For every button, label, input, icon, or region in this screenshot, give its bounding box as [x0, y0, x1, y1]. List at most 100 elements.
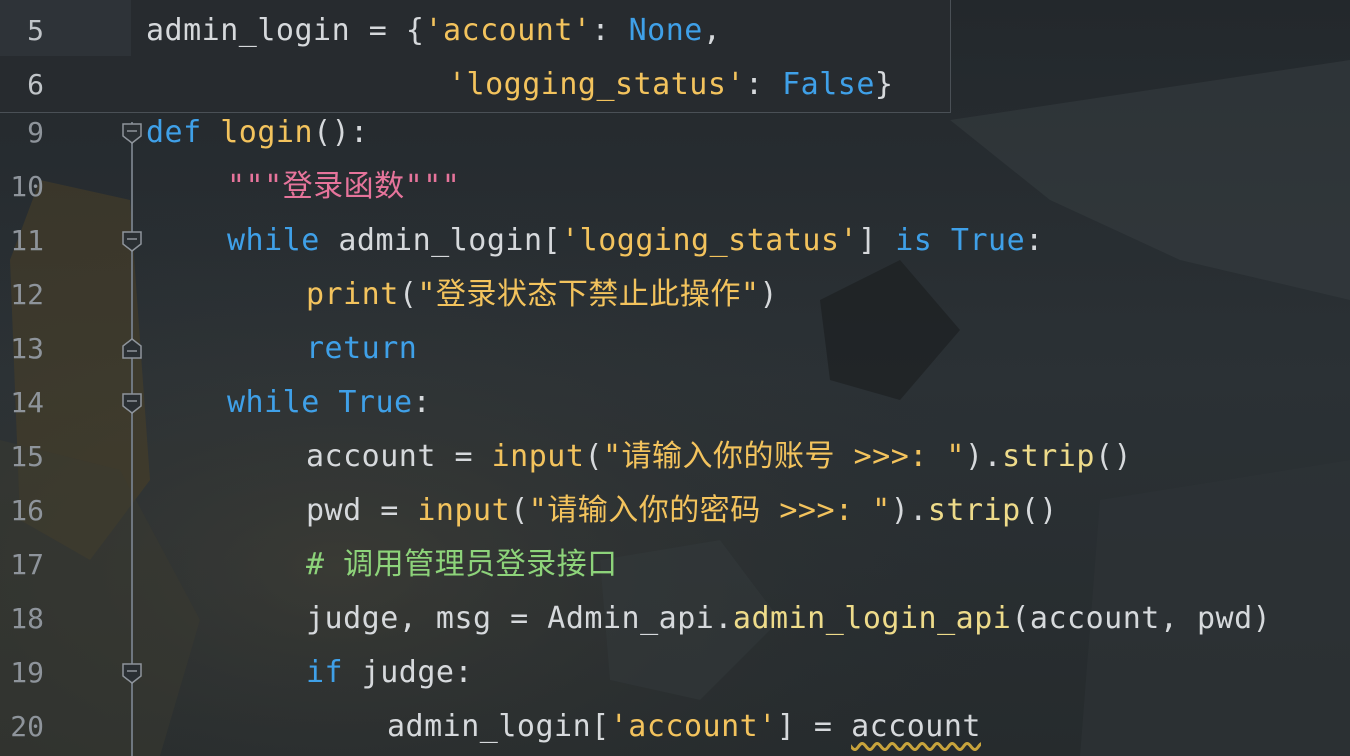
code-token: ( — [398, 277, 418, 312]
fold-open-icon[interactable] — [120, 121, 144, 145]
code-token: ] = — [776, 709, 852, 744]
code-token: account — [851, 709, 981, 744]
code-token: admin_login = { — [146, 13, 425, 48]
fold-open-icon[interactable] — [120, 661, 144, 685]
code-token: """登录函数""" — [227, 169, 461, 204]
code-token: ] — [858, 223, 896, 258]
code-text[interactable]: 'logging_status': False} — [448, 58, 893, 112]
line-number[interactable]: 6 — [0, 58, 44, 112]
code-token: ( — [510, 493, 529, 528]
line-number[interactable]: 9 — [0, 106, 44, 160]
line-number[interactable]: 5 — [0, 4, 44, 58]
code-line[interactable]: 20 admin_login['account'] = account — [0, 700, 1350, 754]
code-token: : — [412, 385, 432, 420]
code-line[interactable]: 18 judge, msg = Admin_api.admin_login_api… — [0, 592, 1350, 646]
code-token: () — [1020, 493, 1058, 528]
code-line[interactable]: 16 pwd = input("请输入你的密码 >>>: ").strip() — [0, 484, 1350, 538]
code-text[interactable]: pwd = input("请输入你的密码 >>>: ").strip() — [306, 484, 1058, 538]
line-number[interactable]: 11 — [0, 214, 44, 268]
code-token: def — [146, 115, 202, 150]
code-token: 'logging_status' — [448, 67, 745, 102]
code-text[interactable]: def login(): — [146, 106, 369, 160]
code-token: ). — [965, 439, 1003, 474]
code-text[interactable]: return — [306, 322, 417, 376]
fold-open-icon[interactable] — [120, 391, 144, 415]
code-line[interactable]: 14 while True: — [0, 376, 1350, 430]
code-token: while — [227, 223, 320, 258]
code-token: True — [950, 223, 1026, 258]
code-token: 'account' — [609, 709, 777, 744]
code-token: admin_login[ — [319, 223, 562, 258]
code-token: if — [306, 655, 344, 690]
code-token: "请输入你的密码 >>>: " — [528, 493, 891, 528]
code-token: admin_login[ — [387, 709, 610, 744]
line-number[interactable]: 10 — [0, 160, 44, 214]
code-text[interactable]: admin_login = {'account': None, — [146, 4, 721, 58]
code-token: # 调用管理员登录接口 — [306, 547, 618, 582]
code-token: admin_login_api — [732, 601, 1012, 636]
code-token: strip — [927, 493, 1021, 528]
line-number[interactable]: 18 — [0, 592, 44, 646]
code-text[interactable]: admin_login['account'] = account — [387, 700, 981, 754]
code-line[interactable]: 19 if judge: — [0, 646, 1350, 700]
code-text[interactable]: if judge: — [306, 646, 473, 700]
code-token: , — [702, 13, 722, 48]
code-token: input — [417, 493, 511, 528]
code-token: ) — [759, 277, 779, 312]
code-token: (account, pwd) — [1011, 601, 1272, 636]
code-token: input — [491, 439, 585, 474]
code-text[interactable]: while True: — [227, 376, 431, 430]
code-line[interactable]: 11 while admin_login['logging_status'] is… — [0, 214, 1350, 268]
code-token: } — [874, 67, 894, 102]
code-token: : — [591, 13, 629, 48]
code-token: 'account' — [424, 13, 592, 48]
code-line[interactable]: 9 def login(): — [0, 106, 1350, 160]
sticky-code-line[interactable]: 5 admin_login = {'account': None, — [0, 4, 1350, 58]
code-token: "登录状态下禁止此操作" — [417, 277, 760, 312]
fold-close-icon[interactable] — [120, 337, 144, 361]
code-token: None — [628, 13, 703, 48]
code-text[interactable]: # 调用管理员登录接口 — [306, 538, 618, 592]
sticky-code-line[interactable]: 6 'logging_status': False} — [0, 58, 1350, 112]
code-token: pwd = — [306, 493, 418, 528]
code-text[interactable]: account = input("请输入你的账号 >>>: ").strip() — [306, 430, 1132, 484]
line-number[interactable]: 20 — [0, 700, 44, 754]
code-token: print — [306, 277, 399, 312]
sticky-scroll-header[interactable]: 5 admin_login = {'account': None, 6 'loggin… — [0, 0, 951, 113]
code-line[interactable]: 13 return — [0, 322, 1350, 376]
code-text[interactable]: print("登录状态下禁止此操作") — [306, 268, 778, 322]
code-token: strip — [1002, 439, 1095, 474]
line-number[interactable]: 15 — [0, 430, 44, 484]
code-token: "请输入你的账号 >>>: " — [603, 439, 965, 474]
code-token: False — [782, 67, 875, 102]
line-number[interactable]: 14 — [0, 376, 44, 430]
code-token: is — [895, 223, 933, 258]
code-text[interactable]: judge, msg = Admin_api.admin_login_api(a… — [306, 592, 1271, 646]
code-line[interactable]: 10 """登录函数""" — [0, 160, 1350, 214]
code-token: while — [227, 385, 320, 420]
code-token: judge, msg = Admin_api. — [306, 601, 733, 636]
code-text[interactable]: """登录函数""" — [227, 160, 460, 214]
line-number[interactable]: 19 — [0, 646, 44, 700]
code-editor[interactable]: 9 def login(): 10 """登录函数""" 11 while admin_l… — [0, 0, 1350, 756]
code-line[interactable]: 12 print("登录状态下禁止此操作") — [0, 268, 1350, 322]
code-token: True — [338, 385, 413, 420]
code-token: account = — [306, 439, 492, 474]
line-number[interactable]: 16 — [0, 484, 44, 538]
line-number[interactable]: 17 — [0, 538, 44, 592]
code-line[interactable]: 15 account = input("请输入你的账号 >>>: ").strip… — [0, 430, 1350, 484]
code-token: () — [1094, 439, 1133, 474]
code-token: 'logging_status' — [561, 223, 859, 258]
code-text[interactable]: while admin_login['logging_status'] is T… — [227, 214, 1044, 268]
fold-open-icon[interactable] — [120, 229, 144, 253]
code-token: judge: — [343, 655, 474, 690]
line-number[interactable]: 13 — [0, 322, 44, 376]
code-line[interactable]: 17 # 调用管理员登录接口 — [0, 538, 1350, 592]
line-number[interactable]: 12 — [0, 268, 44, 322]
code-token: return — [306, 331, 418, 366]
code-token: : — [744, 67, 783, 102]
code-token: login — [220, 115, 314, 150]
